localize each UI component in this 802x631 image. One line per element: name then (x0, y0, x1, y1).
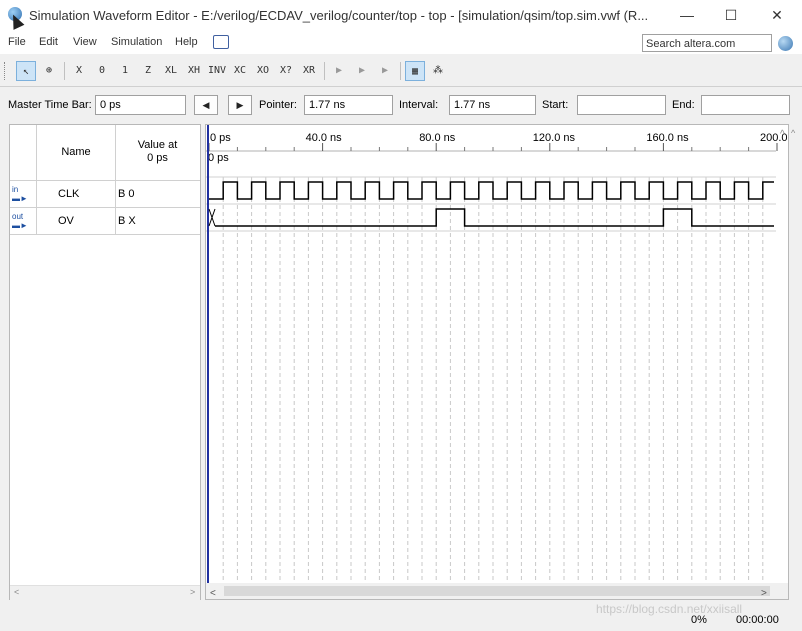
interval-label: Interval: (399, 99, 439, 111)
clock-value-icon[interactable]: XO (253, 61, 273, 81)
waveform-vscrollbar[interactable]: ^ (789, 124, 801, 600)
elapsed-time-status: 00:00:00 (736, 614, 779, 626)
ruler-label: 80.0 ns (419, 132, 456, 144)
menu-view[interactable]: View (73, 36, 97, 48)
scroll-left-icon[interactable]: < (14, 587, 19, 597)
next-transition-button[interactable]: ▶ (228, 95, 252, 115)
run-timing-simulation-icon[interactable]: ▶ (352, 61, 372, 81)
menu-simulation[interactable]: Simulation (111, 36, 162, 48)
master-time-bar-field[interactable]: 0 ps (95, 95, 186, 115)
force-unknown-icon[interactable]: X (69, 61, 89, 81)
signal-name: CLK (58, 188, 80, 200)
scroll-right-icon[interactable]: > (190, 587, 195, 597)
scroll-right-icon: > (761, 588, 767, 599)
end-field[interactable] (701, 95, 790, 115)
zoom-tool-icon[interactable]: ⊕ (39, 61, 59, 81)
pointer-field[interactable]: 1.77 ns (304, 95, 393, 115)
ruler-label: 40.0 ns (306, 132, 343, 144)
column-divider (115, 181, 116, 207)
clk-waveform (209, 181, 774, 200)
time-bar-label: 0 ps (208, 152, 229, 164)
globe-icon[interactable] (778, 36, 793, 51)
waveform-hscroll-thumb (224, 586, 770, 596)
name-column-header[interactable]: Name (36, 125, 116, 180)
menu-file[interactable]: File (8, 36, 26, 48)
close-button[interactable]: ✕ (762, 4, 792, 26)
value-column-header[interactable]: Value at 0 ps (115, 125, 200, 180)
previous-transition-button[interactable]: ◀ (194, 95, 218, 115)
watermark-text: https://blog.csdn.net/xxiisall (596, 602, 743, 616)
signal-pane-hscrollbar[interactable]: < > (10, 585, 200, 600)
ruler-label: 0 ps (210, 132, 231, 144)
random-value-icon[interactable]: XR (299, 61, 319, 81)
value-header-line2: 0 ps (147, 152, 168, 164)
ov-waveform (215, 208, 774, 227)
arbitrary-value-icon[interactable]: X? (276, 61, 296, 81)
force-weak-high-icon[interactable]: XH (184, 61, 204, 81)
toolbar-separator (64, 62, 65, 80)
minimize-button[interactable]: — (672, 4, 702, 26)
scroll-up-icon: ^ (780, 129, 785, 140)
ruler-label: 160.0 ns (646, 132, 689, 144)
signal-list-pane: Name Value at 0 ps in ▬► CLK B 0 out ▬► OV… (9, 124, 201, 600)
waveform-canvas[interactable]: 0 ps 40.0 ns 80.0 ns 120.0 ns 160.0 ns 200.0 … (206, 125, 789, 600)
invert-icon[interactable]: INV (207, 61, 227, 81)
toolbar-grip-icon[interactable] (4, 62, 8, 80)
scroll-left-icon: < (210, 588, 216, 599)
pin-type: in (12, 185, 19, 194)
toolbar-separator (400, 62, 401, 80)
scroll-up-icon[interactable]: ^ (791, 128, 795, 138)
input-pin-icon: in ▬► (12, 185, 28, 203)
end-label: End: (672, 99, 695, 111)
snap-to-grid-icon[interactable]: ▦ (405, 61, 425, 81)
signal-row-clk[interactable]: in ▬► CLK B 0 (10, 181, 200, 208)
signal-name: OV (58, 215, 74, 227)
time-grid (206, 177, 776, 583)
signal-value: B X (118, 215, 136, 227)
column-divider (36, 208, 37, 234)
generate-netlist-icon[interactable]: ▶ (375, 61, 395, 81)
waveform-toolbar: ↖ ⊕ X 0 1 Z XL XH INV XC XO X? XR ▶ ▶ ▶ ▦ ⁂ (0, 56, 802, 87)
time-field-bar: Master Time Bar: 0 ps ◀ ▶ Pointer: 1.77 … (0, 92, 802, 118)
ruler-label: 120.0 ns (533, 132, 576, 144)
group-icon[interactable]: ⁂ (428, 61, 448, 81)
force-low-icon[interactable]: 0 (92, 61, 112, 81)
count-value-icon[interactable]: XC (230, 61, 250, 81)
menu-help[interactable]: Help (175, 36, 198, 48)
force-high-icon[interactable]: 1 (115, 61, 135, 81)
run-functional-simulation-icon[interactable]: ▶ (329, 61, 349, 81)
pointer-label: Pointer: (259, 99, 297, 111)
signal-row-ov[interactable]: out ▬► OV B X (10, 208, 200, 235)
menu-edit[interactable]: Edit (39, 36, 58, 48)
force-weak-low-icon[interactable]: XL (161, 61, 181, 81)
ov-unknown-marker (208, 208, 216, 227)
toolbar-separator (324, 62, 325, 80)
title-bar: Simulation Waveform Editor - E:/verilog/… (0, 0, 802, 30)
output-pin-icon: out ▬► (12, 212, 28, 230)
master-time-bar-label: Master Time Bar: (8, 99, 92, 111)
waveform-pane[interactable]: 0 ps 40.0 ns 80.0 ns 120.0 ns 160.0 ns 200.0 … (205, 124, 789, 600)
column-divider (36, 181, 37, 207)
window-title: Simulation Waveform Editor - E:/verilog/… (29, 8, 649, 23)
pointer-tool-icon[interactable]: ↖ (16, 61, 36, 81)
start-label: Start: (542, 99, 569, 111)
search-input[interactable]: Search altera.com (642, 34, 772, 52)
progress-status: 0% (691, 614, 707, 626)
interval-field[interactable]: 1.77 ns (449, 95, 536, 115)
force-high-impedance-icon[interactable]: Z (138, 61, 158, 81)
signal-waveforms: < > ^ (206, 129, 788, 599)
value-header-line1: Value at (137, 139, 178, 151)
signal-value: B 0 (118, 188, 135, 200)
maximize-button[interactable]: ☐ (716, 4, 746, 26)
column-divider (115, 208, 116, 234)
start-field[interactable] (577, 95, 666, 115)
pin-type: out (12, 212, 24, 221)
help-comment-icon[interactable] (213, 35, 229, 49)
